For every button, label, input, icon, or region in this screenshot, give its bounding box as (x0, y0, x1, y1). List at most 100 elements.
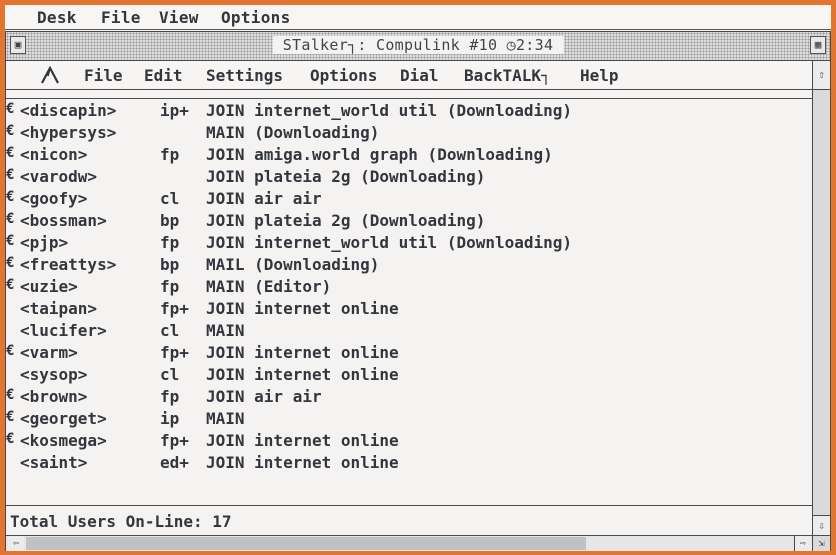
menu-view[interactable]: View (159, 8, 199, 27)
list-item: € <pjp> fp JOIN internet_world util (Dow… (6, 233, 806, 255)
info-strip (6, 90, 813, 99)
user-flags: fp (160, 277, 180, 296)
window-titlebar[interactable]: ▣ STalker┐: Compulink #10 ◷2:34 ▦ (6, 32, 830, 61)
user-action: JOIN internet_world util (Downloading) (206, 233, 573, 252)
user-action: JOIN internet online (206, 299, 399, 318)
user-action: MAIN (Editor) (206, 277, 332, 296)
user-flags: fp (160, 145, 180, 164)
user-marker: € (6, 277, 15, 293)
user-flags: bp (160, 255, 180, 274)
list-item: <taipan> fp+ JOIN internet online (6, 299, 806, 321)
user-flags: cl (160, 365, 180, 384)
list-item: € <brown> fp JOIN air air (6, 387, 806, 409)
menu-edit[interactable]: Edit (144, 66, 183, 85)
menu-desk[interactable]: Desk (37, 8, 77, 27)
user-marker: € (6, 255, 15, 271)
user-action: MAIN (206, 321, 245, 340)
user-action: JOIN air air (206, 387, 322, 406)
user-action: JOIN amiga.world graph (Downloading) (206, 145, 553, 164)
list-item: € <freattys> bp MAIL (Downloading) (6, 255, 806, 277)
horizontal-scroll-track[interactable] (26, 537, 586, 550)
user-action: MAIN (Downloading) (206, 123, 380, 142)
app-menubar: File Edit Settings Options Dial BackTALK… (6, 61, 830, 90)
window-full-icon[interactable]: ▦ (810, 36, 826, 54)
menu-settings[interactable]: Settings (206, 66, 283, 85)
user-nick: <saint> (20, 453, 88, 472)
list-item: <sysop> cl JOIN internet online (6, 365, 806, 387)
list-item: € <varodw> JOIN plateia 2g (Downloading) (6, 167, 806, 189)
user-list: € <discapin> ip+ JOIN internet_world uti… (6, 99, 813, 503)
user-flags: ed+ (160, 453, 189, 472)
user-nick: <hypersys> (20, 123, 117, 142)
menu-dial[interactable]: Dial (400, 66, 439, 85)
menu-help[interactable]: Help (580, 66, 619, 85)
menu-backtalk[interactable]: BackTALK┐ (464, 66, 551, 85)
user-action: JOIN plateia 2g (Downloading) (206, 211, 486, 230)
user-flags: ip+ (160, 101, 189, 120)
user-nick: <varm> (20, 343, 78, 362)
menu-file[interactable]: File (101, 8, 141, 27)
user-action: JOIN plateia 2g (Downloading) (206, 167, 486, 186)
user-action: JOIN internet online (206, 453, 399, 472)
arrow-up-icon[interactable]: ⇧ (812, 61, 830, 89)
user-marker: € (6, 387, 15, 403)
user-nick: <bossman> (20, 211, 107, 230)
desktop-menubar: Desk File View Options (5, 5, 831, 30)
menu-options[interactable]: Options (221, 8, 291, 27)
user-flags: fp (160, 387, 180, 406)
user-marker: € (6, 145, 15, 161)
window-close-icon[interactable]: ▣ (10, 36, 26, 54)
arrow-right-icon[interactable]: ⇨ (794, 536, 811, 551)
user-marker: € (6, 233, 15, 249)
user-action: JOIN internet online (206, 365, 399, 384)
user-marker: € (6, 431, 15, 447)
window-title: STalker┐: Compulink #10 ◷2:34 (272, 36, 564, 54)
user-marker: € (6, 123, 15, 139)
user-flags: fp+ (160, 431, 189, 450)
list-item: € <kosmega> fp+ JOIN internet online (6, 431, 806, 453)
user-marker: € (6, 343, 15, 359)
user-action: JOIN air air (206, 189, 322, 208)
user-action: MAIL (Downloading) (206, 255, 380, 274)
user-action: JOIN internet_world util (Downloading) (206, 101, 573, 120)
list-item: € <nicon> fp JOIN amiga.world graph (Dow… (6, 145, 806, 167)
list-item: <lucifer> cl MAIN (6, 321, 806, 343)
menu-file-app[interactable]: File (84, 66, 123, 85)
user-nick: <kosmega> (20, 431, 107, 450)
user-nick: <freattys> (20, 255, 117, 274)
user-nick: <pjp> (20, 233, 69, 252)
user-nick: <sysop> (20, 365, 88, 384)
user-flags: fp (160, 233, 180, 252)
list-item: € <georget> ip MAIN (6, 409, 806, 431)
list-item: € <discapin> ip+ JOIN internet_world uti… (6, 101, 806, 123)
user-flags: fp+ (160, 343, 189, 362)
list-item: <saint> ed+ JOIN internet online (6, 453, 806, 475)
user-nick: <varodw> (20, 167, 98, 186)
vertical-scrollbar[interactable] (812, 90, 830, 515)
user-marker: € (6, 189, 15, 205)
list-item: € <hypersys> MAIN (Downloading) (6, 123, 806, 145)
user-flags: cl (160, 321, 180, 340)
arrow-left-icon[interactable]: ⇦ (8, 536, 24, 551)
user-flags: bp (160, 211, 180, 230)
user-action: JOIN internet online (206, 431, 399, 450)
user-action: JOIN internet online (206, 343, 399, 362)
stalker-logo-icon[interactable] (40, 66, 60, 84)
horizontal-scrollbar[interactable]: ⇦ ⇨ (6, 535, 813, 551)
user-action: MAIN (206, 409, 245, 428)
user-flags: ip (160, 409, 180, 428)
arrow-down-icon[interactable]: ⇩ (812, 515, 830, 535)
window-size-icon[interactable]: ⇲ (812, 535, 830, 551)
status-text: Total Users On-Line: 17 (10, 512, 232, 531)
stalker-window: ▣ STalker┐: Compulink #10 ◷2:34 ▦ File E… (5, 31, 831, 551)
user-nick: <brown> (20, 387, 88, 406)
user-nick: <uzie> (20, 277, 78, 296)
menu-options-app[interactable]: Options (310, 66, 377, 85)
user-nick: <discapin> (20, 101, 117, 120)
user-flags: fp+ (160, 299, 189, 318)
user-flags: cl (160, 189, 180, 208)
user-marker: € (6, 409, 15, 425)
user-marker: € (6, 101, 15, 117)
user-nick: <taipan> (20, 299, 98, 318)
user-nick: <georget> (20, 409, 107, 428)
